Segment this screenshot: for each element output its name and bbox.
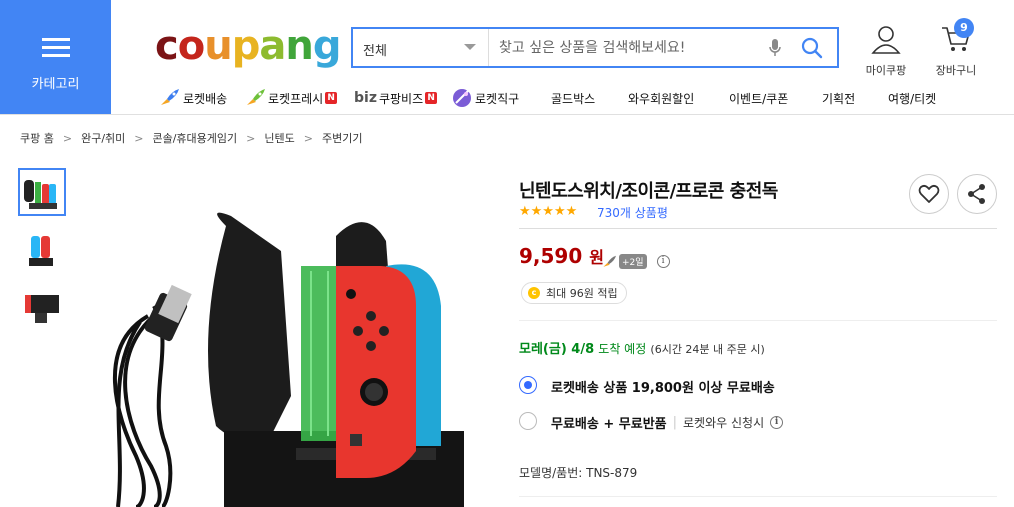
info-icon[interactable]: i [770,416,784,429]
separator: | [672,415,678,430]
shipping-option-2: 무료배송 + 무료반품 | 로켓와우 신청시 i [551,413,784,432]
nav-item-promotion[interactable]: 기획전 [822,88,855,108]
logo-letter: o [177,23,206,69]
nav-item-travel-ticket[interactable]: 여행/티켓 [888,88,936,108]
logo-letter: c [155,23,179,69]
nav-label: 골드박스 [551,91,596,106]
divider [519,320,997,321]
nav-item-rocket-delivery[interactable]: 로켓배송 [158,88,227,108]
nav-label: 로켓배송 [183,91,228,106]
rocket-blue-icon [161,89,179,105]
delivery-estimate: 모레(금) 4/8 도착 예정 (6시간 24분 내 주문 시) [519,338,765,357]
caret-down-icon [464,44,476,50]
search-category-value: 전체 [363,44,387,59]
share-button[interactable] [957,174,997,214]
shipping-option-radio-2[interactable] [519,412,537,430]
nav-item-wow-discount[interactable]: 와우회원할인 [628,88,694,108]
nav-item-rocket-fresh[interactable]: 로켓프레시 N [244,88,338,108]
my-coupang-button[interactable]: 마이쿠팡 [858,24,914,78]
new-badge: N [325,92,338,104]
thumbnail-image [24,180,57,209]
thumbnail-1[interactable] [18,168,66,216]
breadcrumb-item[interactable]: 쿠팡 홈 [20,132,54,145]
breadcrumb-item[interactable]: 완구/취미 [81,132,125,145]
breadcrumb-separator: > [246,132,256,145]
product-title: 닌텐도스위치/조이콘/프로콘 충전독 [519,181,778,202]
new-badge: N [425,92,438,104]
search-input[interactable] [499,29,759,66]
cart-count-badge: 9 [954,18,974,38]
search-category-select[interactable]: 전체 [353,29,489,66]
nav-item-coupang-biz[interactable]: biz 쿠팡비즈 N [354,88,438,108]
nav-label: 여행/티켓 [888,91,937,106]
price-value: 9,590 [519,244,583,268]
logo-letter: p [231,23,261,69]
thumbnail-image [25,295,59,323]
divider [519,496,997,497]
rocket-icon [603,255,616,267]
nav-label: 이벤트/쿠폰 [729,91,789,106]
rocket-green-icon [247,89,265,105]
rating-stars: ★★★★★ [519,204,578,219]
delivery-note: (6시간 24분 내 주문 시) [650,343,765,356]
user-icon [871,26,901,54]
cart-label: 장바구니 [935,64,977,77]
logo-letter: n [285,23,314,69]
breadcrumb: 쿠팡 홈 > 완구/취미 > 콘솔/휴대용게임기 > 닌텐도 > 주변기기 [20,130,362,146]
cashback-text: 최대 96원 적립 [546,287,618,300]
hamburger-icon [42,38,70,58]
breadcrumb-separator: > [303,132,313,145]
logo-letter: a [259,23,286,69]
delivery-arrive: 도착 예정 [598,342,647,356]
model-label: 모델명/품번: [519,466,583,480]
thumbnail-3[interactable] [18,283,66,331]
product-main-image[interactable] [96,196,476,507]
coin-icon: c [528,287,540,299]
breadcrumb-item[interactable]: 닌텐도 [264,132,294,145]
nav-item-rocket-global[interactable]: 로켓직구 [451,88,519,108]
price: 9,590 원 [519,244,604,268]
breadcrumb-item[interactable]: 주변기기 [322,132,362,145]
nav-label: 로켓직구 [475,91,520,106]
breadcrumb-separator: > [62,132,73,145]
nav-label: 쿠팡비즈 [378,91,424,106]
category-label: 카테고리 [31,77,80,92]
logo-letter: g [312,23,342,69]
breadcrumb-separator: > [134,132,144,145]
wishlist-button[interactable] [909,174,949,214]
category-menu-button[interactable]: 카테고리 [0,0,111,114]
search-icon[interactable] [801,37,823,59]
nav-label: 와우회원할인 [628,91,695,106]
rocket-delivery-mark: +2일 i [601,254,670,269]
thumbnail-image [29,236,53,266]
model-number: 모델명/품번: TNS-879 [519,464,637,481]
nav-item-event-coupon[interactable]: 이벤트/쿠폰 [729,88,788,108]
review-count-link[interactable]: 730개 상품평 [597,204,668,221]
heart-icon [918,184,940,203]
shipping-option-radio-1[interactable] [519,376,537,394]
nav-item-goldbox[interactable]: 골드박스 [551,88,595,108]
header-divider [0,114,1014,115]
rocket-days-tag: +2일 [619,254,647,269]
shipping-option-label-1: 로켓배송 상품 19,800원 이상 무료배송 [551,381,775,396]
my-coupang-label: 마이쿠팡 [865,64,907,77]
search-bar: 전체 [351,27,839,68]
breadcrumb-item[interactable]: 콘솔/휴대용게임기 [152,132,237,145]
coupang-logo[interactable]: coupang [155,22,342,70]
delivery-date: 모레(금) 4/8 [519,342,595,357]
share-icon [968,184,985,204]
thumbnail-2[interactable] [18,226,66,274]
logo-letter: u [204,23,233,69]
nav-label: 기획전 [822,91,856,106]
divider [519,228,997,229]
microphone-icon[interactable] [768,38,782,58]
cashback-badge: c 최대 96원 적립 [521,282,627,304]
shipping-option-sub: 로켓와우 신청시 [683,416,765,430]
model-value: TNS-879 [586,466,638,480]
info-icon[interactable]: i [656,255,670,268]
biz-logo: biz [354,90,377,106]
rocket-global-icon [453,89,471,107]
nav-label: 로켓프레시 [268,91,324,106]
shipping-option-label-2: 무료배송 + 무료반품 [551,417,667,432]
